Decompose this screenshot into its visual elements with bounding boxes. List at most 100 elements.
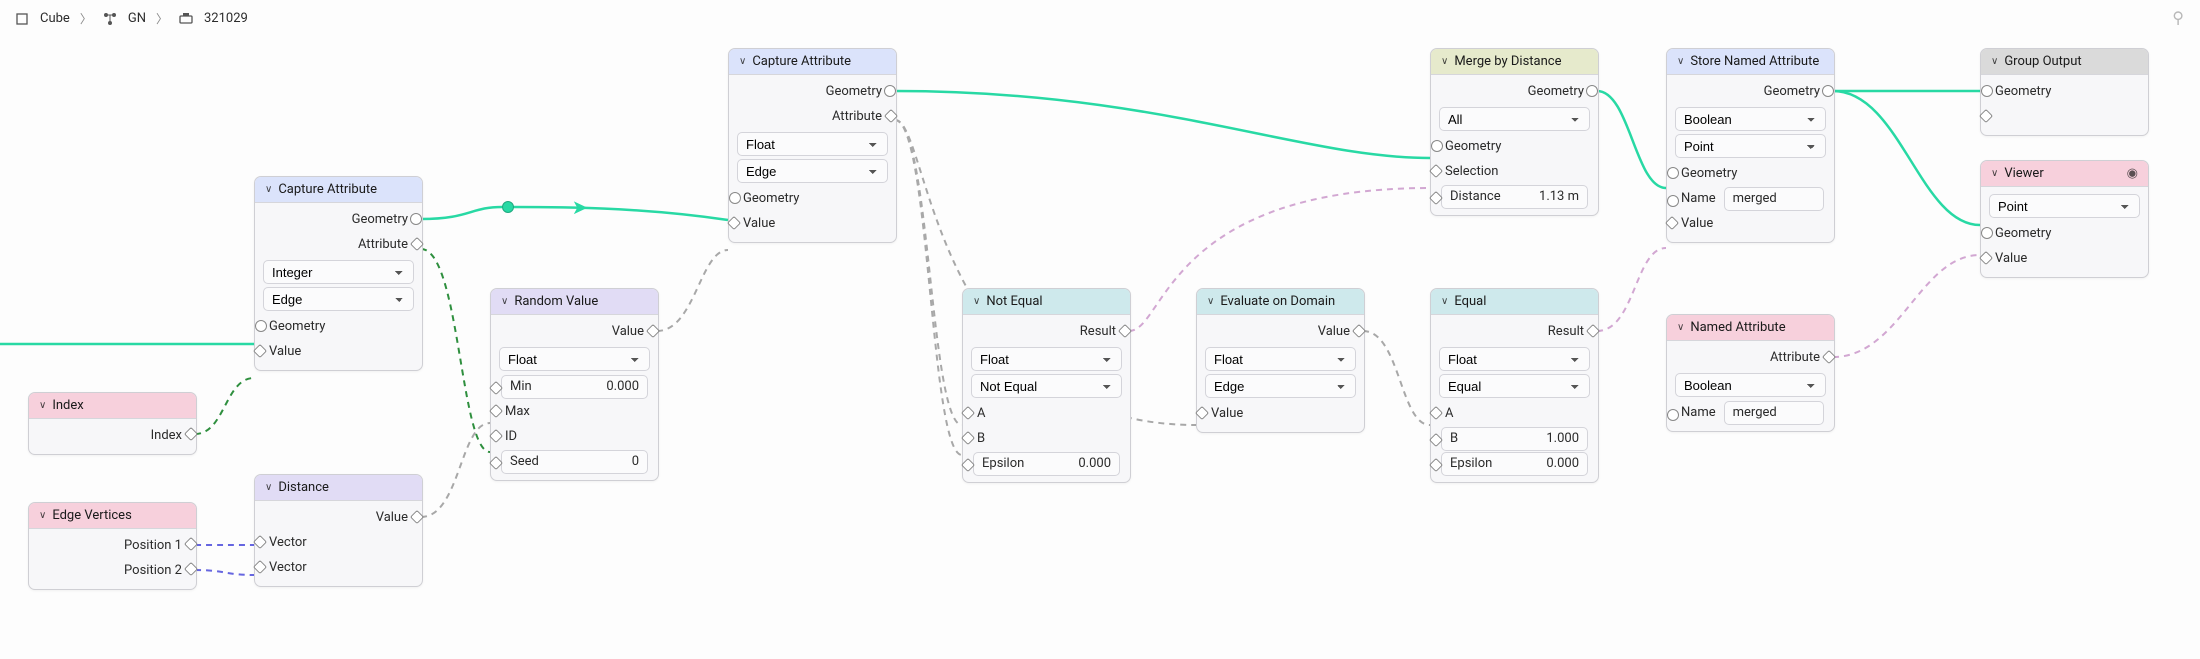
node-index[interactable]: ∨ Index Index xyxy=(28,392,197,455)
dtype-select[interactable]: Boolean xyxy=(1675,373,1826,397)
socket-out-geometry[interactable] xyxy=(1822,85,1834,97)
node-header[interactable]: ∨ Named Attribute xyxy=(1667,315,1834,341)
socket-in-vector-b[interactable] xyxy=(253,560,267,574)
op-select[interactable]: Not Equal xyxy=(971,374,1122,398)
socket-in-b[interactable] xyxy=(961,431,975,445)
reroute-arrow[interactable]: ➤ xyxy=(572,195,589,219)
socket-in-geometry[interactable] xyxy=(1981,85,1993,97)
socket-out-attribute[interactable] xyxy=(410,237,424,251)
node-distance[interactable]: ∨ Distance Value Vector Vector xyxy=(254,474,423,587)
dtype-select[interactable]: Boolean xyxy=(1675,107,1826,131)
domain-select[interactable]: Edge xyxy=(263,287,414,311)
node-header[interactable]: ∨ Group Output xyxy=(1981,49,2148,75)
domain-select[interactable]: Point xyxy=(1675,134,1826,158)
dtype-select[interactable]: Float xyxy=(499,347,650,371)
socket-in-value[interactable] xyxy=(727,216,741,230)
domain-select[interactable]: Edge xyxy=(1205,374,1356,398)
node-header[interactable]: ∨ Evaluate on Domain xyxy=(1197,289,1364,315)
node-group-output[interactable]: ∨ Group Output Geometry xyxy=(1980,48,2149,136)
seed-field[interactable]: Seed0 xyxy=(501,450,648,474)
socket-in-geometry[interactable] xyxy=(1667,167,1679,179)
eye-icon[interactable]: ◉ xyxy=(2127,166,2138,181)
socket-in-selection[interactable] xyxy=(1429,164,1443,178)
socket-in-name[interactable] xyxy=(1667,195,1679,207)
dtype-select[interactable]: Float xyxy=(1205,347,1356,371)
dtype-select[interactable]: Integer xyxy=(263,260,414,284)
dtype-select[interactable]: Float xyxy=(737,132,888,156)
dtype-select[interactable]: Float xyxy=(971,347,1122,371)
node-edge-vertices[interactable]: ∨ Edge Vertices Position 1 Position 2 xyxy=(28,502,197,590)
epsilon-field[interactable]: Epsilon0.000 xyxy=(1441,452,1588,476)
node-header[interactable]: ∨ Index xyxy=(29,393,196,419)
socket-out-result[interactable] xyxy=(1586,324,1600,338)
socket-out-attribute[interactable] xyxy=(1822,350,1836,364)
socket-in-a[interactable] xyxy=(961,406,975,420)
distance-field[interactable]: Distance1.13 m xyxy=(1441,185,1588,209)
socket-out-attribute[interactable] xyxy=(884,109,898,123)
socket-in-geometry[interactable] xyxy=(1981,227,1993,239)
name-field[interactable]: merged xyxy=(1724,187,1824,211)
node-header[interactable]: ∨ Store Named Attribute xyxy=(1667,49,1834,75)
breadcrumb-item[interactable]: 321029 xyxy=(204,11,248,26)
mesh-cube-icon xyxy=(14,11,30,27)
epsilon-field[interactable]: Epsilon0.000 xyxy=(973,452,1120,476)
socket-out-value[interactable] xyxy=(646,324,660,338)
socket-in-name[interactable] xyxy=(1667,409,1679,421)
node-header[interactable]: ∨ Capture Attribute xyxy=(255,177,422,203)
node-header[interactable]: ∨ Random Value xyxy=(491,289,658,315)
node-header[interactable]: ∨ Edge Vertices xyxy=(29,503,196,529)
socket-out-position1[interactable] xyxy=(184,537,198,551)
socket-in-vector-a[interactable] xyxy=(253,535,267,549)
socket-in-geometry[interactable] xyxy=(1431,140,1443,152)
node-header[interactable]: ∨ Equal xyxy=(1431,289,1598,315)
socket-out-geometry[interactable] xyxy=(1586,85,1598,97)
socket-out-geometry[interactable] xyxy=(884,85,896,97)
node-viewer[interactable]: ∨ Viewer ◉ Point Geometry Value xyxy=(1980,160,2149,278)
socket-out-result[interactable] xyxy=(1118,324,1132,338)
node-named-attribute[interactable]: ∨ Named Attribute Attribute Boolean Name… xyxy=(1666,314,1835,432)
socket-in-id[interactable] xyxy=(489,429,503,443)
socket-in-geometry[interactable] xyxy=(729,192,741,204)
node-merge-by-distance[interactable]: ∨ Merge by Distance Geometry All Geometr… xyxy=(1430,48,1599,216)
breadcrumb-item[interactable]: Cube xyxy=(40,11,70,26)
socket-out-index[interactable] xyxy=(184,427,198,441)
node-capture-attribute-1[interactable]: ∨ Capture Attribute Geometry Attribute I… xyxy=(254,176,423,371)
b-field[interactable]: B1.000 xyxy=(1441,427,1588,451)
socket-in-value[interactable] xyxy=(1665,216,1679,230)
domain-select[interactable]: Point xyxy=(1989,194,2140,218)
socket-out-value[interactable] xyxy=(1352,324,1366,338)
node-title: Evaluate on Domain xyxy=(1220,294,1335,309)
socket-in-value[interactable] xyxy=(253,344,267,358)
node-header[interactable]: ∨ Viewer ◉ xyxy=(1981,161,2148,187)
socket-out-position2[interactable] xyxy=(184,562,198,576)
node-not-equal[interactable]: ∨ Not Equal Result Float Not Equal A B E… xyxy=(962,288,1131,483)
breadcrumb[interactable]: Cube 〉 GN 〉 321029 xyxy=(14,10,248,27)
socket-in-value[interactable] xyxy=(1195,406,1209,420)
socket-in-value[interactable] xyxy=(1979,251,1993,265)
socket-in-geometry[interactable] xyxy=(255,320,267,332)
socket-out-geometry[interactable] xyxy=(410,213,422,225)
node-header[interactable]: ∨ Distance xyxy=(255,475,422,501)
node-evaluate-on-domain[interactable]: ∨ Evaluate on Domain Value Float Edge Va… xyxy=(1196,288,1365,433)
chevron-down-icon: ∨ xyxy=(973,296,980,307)
node-header[interactable]: ∨ Not Equal xyxy=(963,289,1130,315)
node-header[interactable]: ∨ Merge by Distance xyxy=(1431,49,1598,75)
socket-out-value[interactable] xyxy=(410,510,424,524)
name-field[interactable]: merged xyxy=(1724,401,1824,425)
domain-select[interactable]: Edge xyxy=(737,159,888,183)
min-field[interactable]: Min0.000 xyxy=(501,375,648,399)
mode-select[interactable]: All xyxy=(1439,107,1590,131)
dtype-select[interactable]: Float xyxy=(1439,347,1590,371)
node-random-value[interactable]: ∨ Random Value Value Float Min0.000 Max … xyxy=(490,288,659,481)
pin-icon[interactable]: ⚲ xyxy=(2172,8,2184,27)
node-equal[interactable]: ∨ Equal Result Float Equal A B1.000 Epsi… xyxy=(1430,288,1599,483)
breadcrumb-item[interactable]: GN xyxy=(128,11,146,26)
node-capture-attribute-2[interactable]: ∨ Capture Attribute Geometry Attribute F… xyxy=(728,48,897,243)
socket-in-a[interactable] xyxy=(1429,406,1443,420)
socket-in-max[interactable] xyxy=(489,404,503,418)
node-store-named-attribute[interactable]: ∨ Store Named Attribute Geometry Boolean… xyxy=(1666,48,1835,243)
node-header[interactable]: ∨ Capture Attribute xyxy=(729,49,896,75)
reroute[interactable] xyxy=(502,201,514,213)
socket-in-extend[interactable] xyxy=(1979,109,1993,123)
op-select[interactable]: Equal xyxy=(1439,374,1590,398)
